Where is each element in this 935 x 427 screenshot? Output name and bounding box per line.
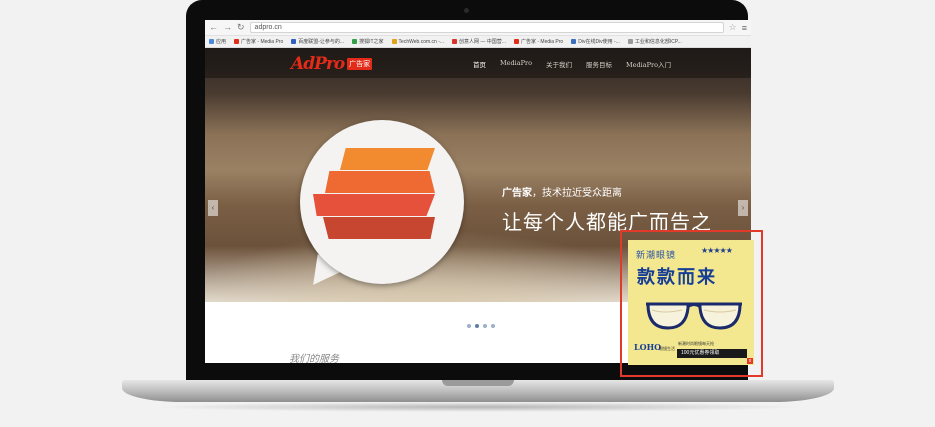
nav-item[interactable]: MediaPro入门 [626,59,671,69]
bookmark-star-icon[interactable]: ☆ [729,22,737,33]
bookmark-favicon-icon [513,39,519,44]
bookmark-item[interactable]: 应用 [209,38,226,45]
carousel-dot[interactable] [467,324,471,328]
nav-item[interactable]: 服务目标 [586,59,612,69]
bookmark-item[interactable]: TechWeb.com.cn -... [391,38,445,45]
ad-subtitle: 新潮眼镜 [636,250,677,260]
ad-title: 款款而来 [637,267,717,287]
carousel-dot[interactable] [491,324,495,328]
ad-brand-logo: LOHO [634,342,662,352]
bookmark-favicon-icon [391,39,397,44]
bookmark-favicon-icon [452,39,458,44]
bookmark-favicon-icon [234,39,240,44]
bookmark-favicon-icon [209,39,214,44]
reload-icon[interactable]: ↻ [237,23,245,32]
site-nav: 首页 MediaPro 关于我们 服务目标 MediaPro入门 [473,59,671,69]
eyewear-ad[interactable]: 新潮眼镜 ★★★★★ 款款而来 LOHO 眼镜生活 新潮时尚眼镜每天抢 100元… [628,240,754,365]
bookmark-item[interactable]: 百度联盟-让参与的... [291,38,344,45]
base-notch [442,380,514,386]
bookmark-label: TechWeb.com.cn -... [398,38,445,45]
bookmark-label: Div在线Div使用 -... [578,39,620,45]
browser-toolbar: ← → ↻ adpro.cn ☆ ≡ [205,20,751,36]
ad-close-icon[interactable]: x [747,358,753,364]
nav-item[interactable]: MediaPro [500,59,532,69]
bookmark-label: 搜狐IT之家 [359,39,384,45]
bookmark-label: 百度联盟-让参与的... [298,39,345,45]
bookmark-item[interactable]: Div在线Div使用 -... [571,38,620,45]
bookmark-item[interactable]: 工业和信息化部ICP... [627,38,682,45]
carousel-dot[interactable] [483,324,487,328]
tagline-brand: 广告家 [502,188,532,199]
bookmark-label: 工业和信息化部ICP... [634,39,682,45]
forward-icon[interactable]: → [223,23,232,32]
logo-badge: 广告家 [347,58,373,70]
bubble-stripe [313,194,435,216]
tagline-text: ，技术拉近受众距离 [532,188,622,199]
bookmark-item[interactable]: 广告家 - Media Pro [234,38,283,45]
carousel-next-button[interactable]: › [738,200,748,216]
nav-item[interactable]: 关于我们 [546,59,572,69]
bookmark-label: 应用 [216,39,227,45]
carousel-prev-button[interactable]: ‹ [208,200,218,216]
ad-promo-text: 新潮时尚眼镜每天抢 [678,341,714,346]
site-header: AdPro 广告家 首页 MediaPro 关于我们 服务目标 MediaPro入门 [205,48,751,78]
ad-brand-sub: 眼镜生活 [659,346,675,351]
bookmarks-bar: 应用 广告家 - Media Pro 百度联盟-让参与的... 搜狐IT之家 TechW… [205,36,751,48]
bookmark-favicon-icon [352,39,358,44]
bookmark-item[interactable]: 创意人网 — 中国营... [452,38,506,45]
bookmark-favicon-icon [627,39,633,44]
bubble-stripe [323,217,435,239]
bookmark-label: 广告家 - Media Pro [241,39,284,45]
bookmark-favicon-icon [571,39,577,44]
laptop-shadow [150,402,806,412]
ad-stars: ★★★★★ [701,246,733,255]
address-bar[interactable]: adpro.cn [249,22,724,33]
logo-text: AdPro [291,54,345,74]
carousel-dot[interactable] [475,324,479,328]
bubble-stripe [340,148,435,170]
hero-tagline: 广告家，技术拉近受众距离 [502,184,622,199]
bookmark-label: 创意人网 — 中国营... [459,39,506,45]
back-icon[interactable]: ← [209,23,218,32]
site-logo[interactable]: AdPro 广告家 [291,54,373,74]
glasses-image [646,302,742,330]
laptop-base [122,380,834,402]
bookmark-item[interactable]: 广告家 - Media Pro [513,38,564,45]
bookmark-label: 广告家 - Media Pro [520,39,564,45]
bookmark-item[interactable]: 搜狐IT之家 [352,38,384,45]
bookmark-favicon-icon [291,39,297,44]
services-heading: 我们的服务 [289,350,339,363]
ad-coupon-button[interactable]: 100元优惠券领取 [677,349,747,358]
carousel-dots [467,324,495,328]
nav-item[interactable]: 首页 [473,59,486,69]
camera [464,8,469,13]
bubble-stripe [325,171,435,193]
menu-icon[interactable]: ≡ [742,23,747,33]
